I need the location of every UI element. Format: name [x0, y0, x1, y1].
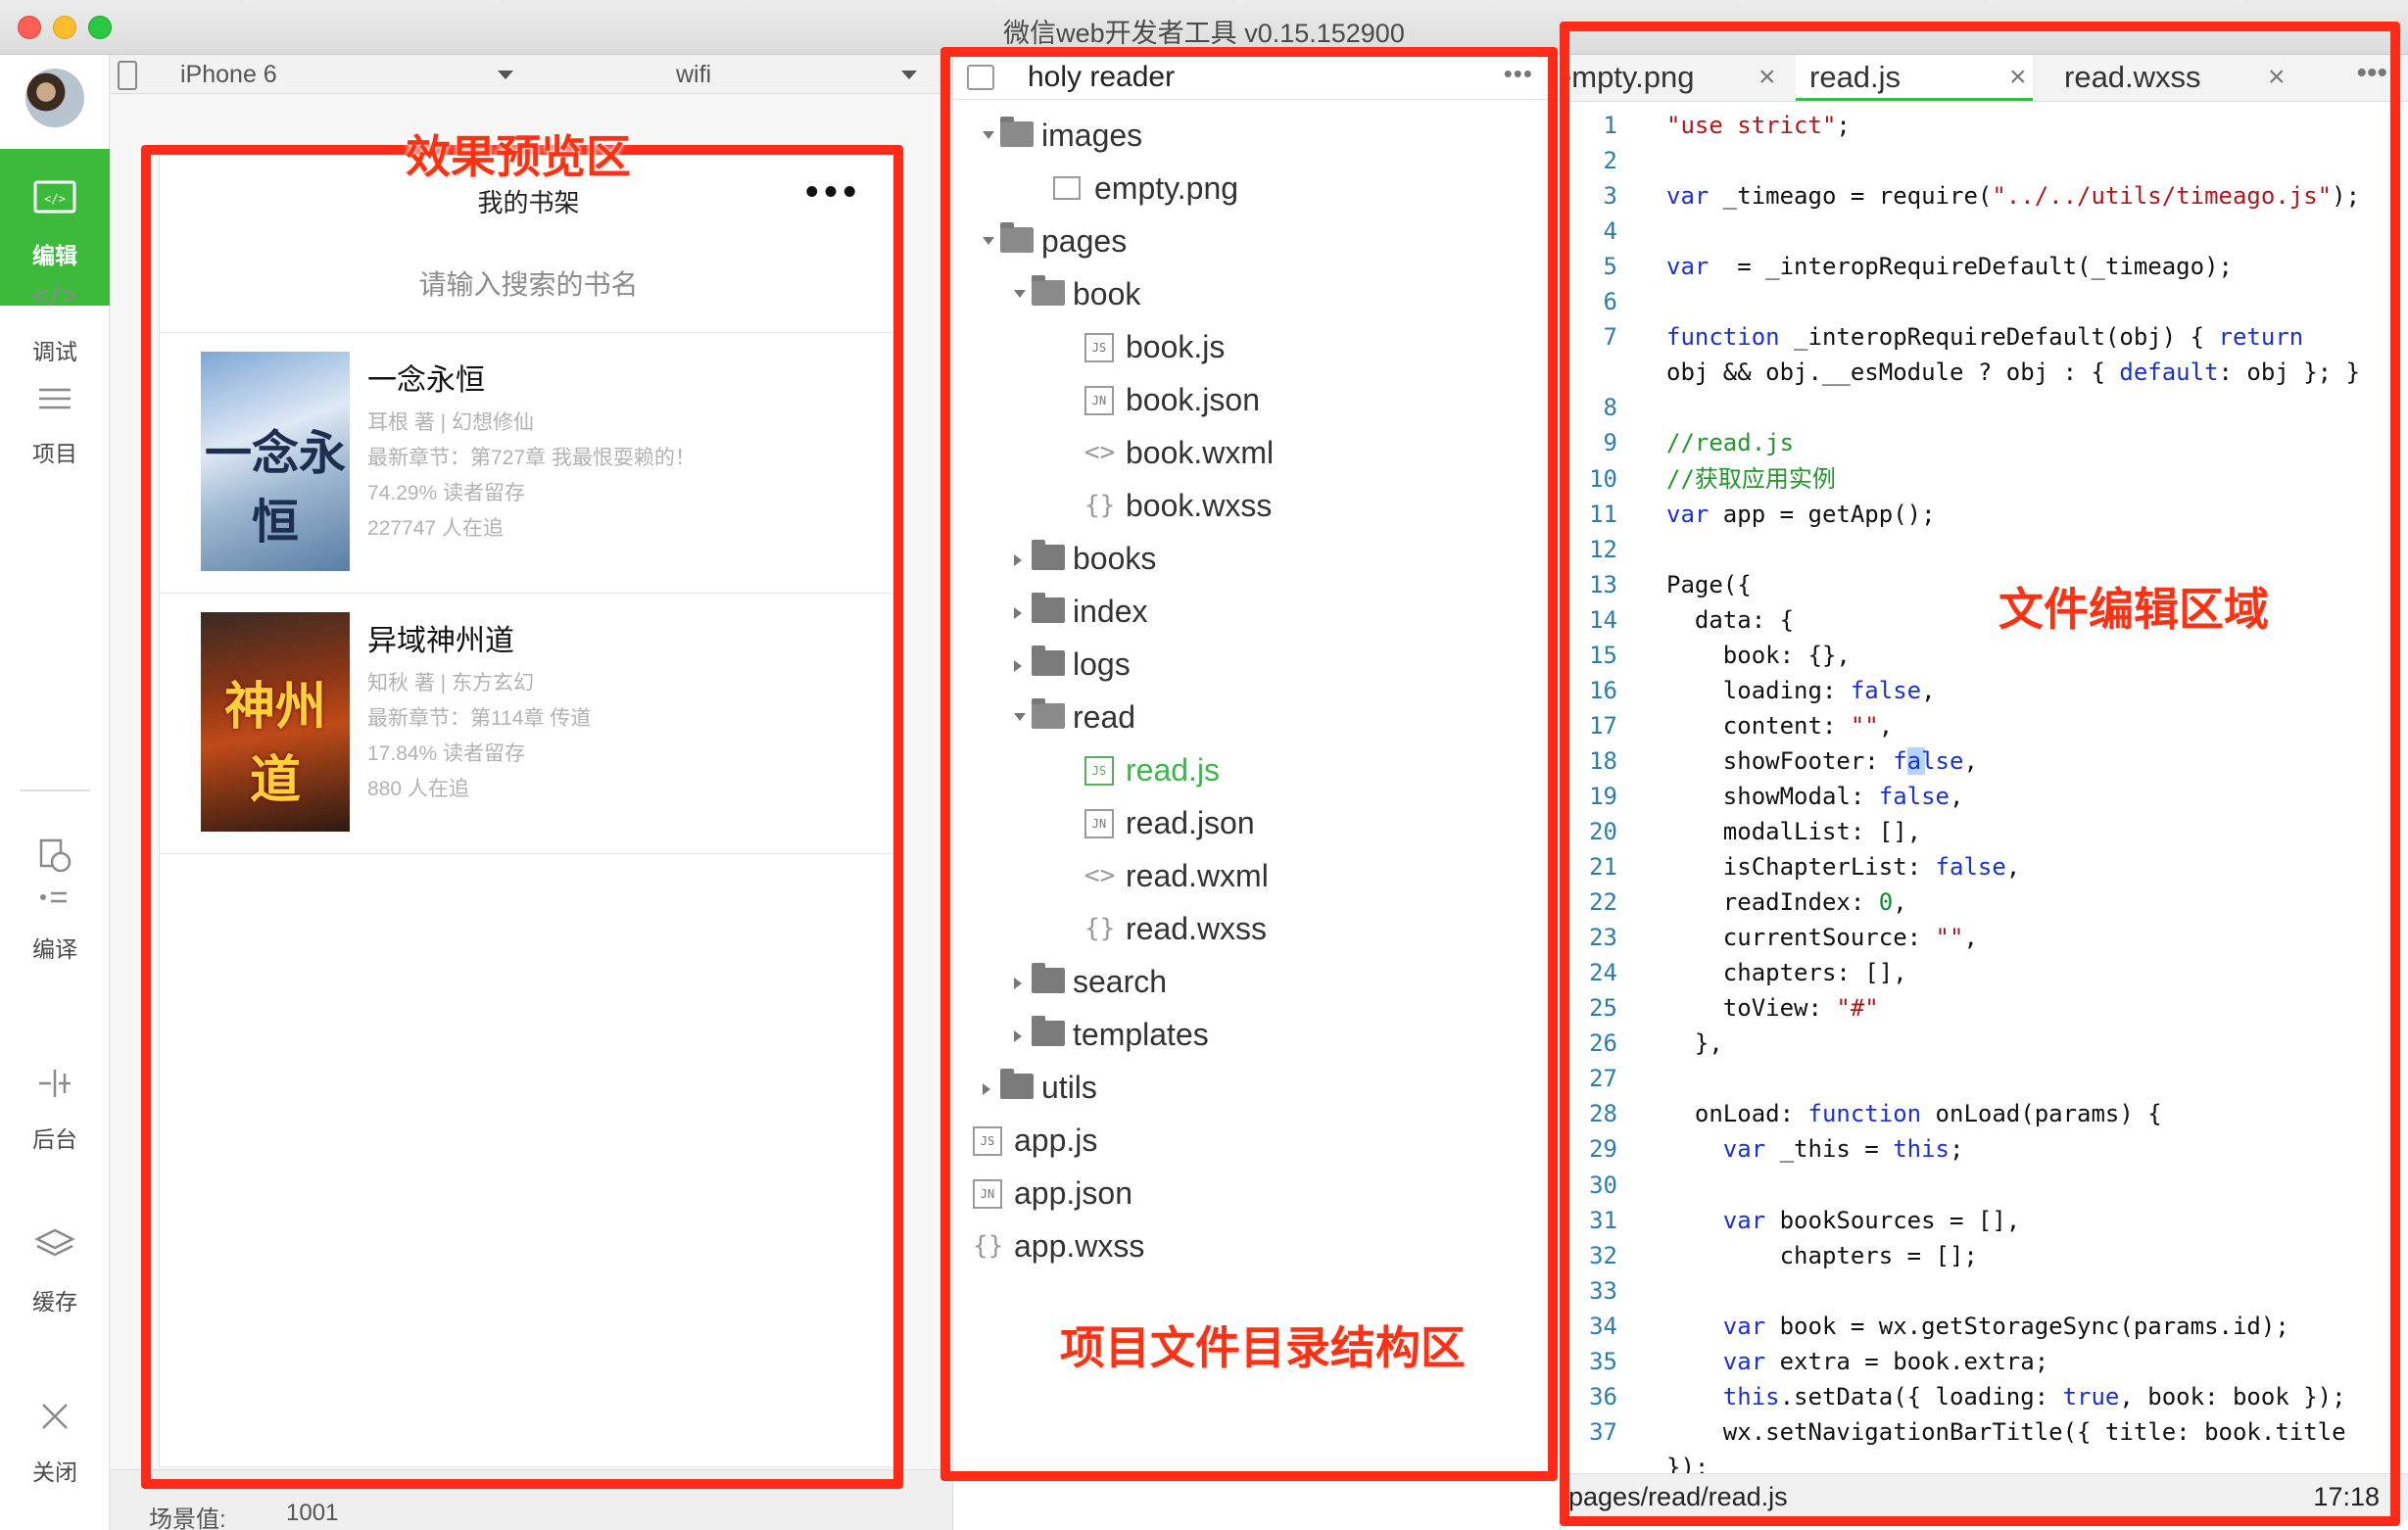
- sidebar-item-label: 缓存: [32, 1289, 77, 1315]
- cache-layers-icon: [29, 1226, 80, 1277]
- sidebar-item-label: 后台: [32, 1126, 77, 1152]
- sidebar-divider: [20, 789, 90, 791]
- preview-area-label: 效果预览区: [406, 131, 631, 182]
- svg-text:</>: </>: [44, 192, 66, 206]
- device-toggle-icon[interactable]: [118, 61, 137, 90]
- user-avatar[interactable]: [25, 69, 84, 127]
- simulator-toolbar: iPhone 6 wifi: [110, 55, 952, 94]
- device-select-value: iPhone 6: [180, 61, 277, 88]
- sidebar-item-compile[interactable]: 编译: [0, 837, 110, 993]
- sidebar-item-label: 关闭: [32, 1459, 77, 1485]
- scene-label: 场景值:: [149, 1506, 226, 1530]
- editor-area-label: 文件编辑区域: [1999, 584, 2269, 635]
- file-tree-label: 项目文件目录结构区: [1060, 1322, 1466, 1373]
- chevron-down-icon: [901, 71, 917, 79]
- device-select[interactable]: iPhone 6: [180, 57, 582, 92]
- sidebar-item-label: 调试: [32, 339, 77, 364]
- chevron-down-icon: [498, 71, 513, 79]
- editor-highlight: [1560, 22, 2400, 1526]
- preview-area-highlight: [141, 145, 903, 1489]
- sidebar-item-label: 项目: [32, 441, 77, 466]
- devtools-window: 微信web开发者工具 v0.15.152900 </> 编辑 </> 调试 项目: [0, 0, 2408, 1530]
- scene-value: 1001: [286, 1500, 339, 1526]
- close-icon: [29, 1397, 80, 1448]
- network-select-value: wifi: [676, 61, 712, 88]
- sidebar-item-close[interactable]: 关闭: [0, 1397, 110, 1530]
- network-select[interactable]: wifi: [578, 57, 921, 92]
- compile-icon: [29, 837, 80, 925]
- sidebar-item-label: 编译: [32, 936, 77, 962]
- backend-icon: [29, 1064, 80, 1115]
- code-editor-icon: </>: [29, 180, 80, 231]
- debug-icon: </>: [29, 276, 80, 327]
- project-icon: [29, 378, 80, 429]
- svg-text:</>: </>: [33, 281, 76, 311]
- sidebar-item-project[interactable]: 项目: [0, 378, 110, 535]
- left-sidebar: </> 编辑 </> 调试 项目 编译 后台 缓存 关闭: [0, 55, 110, 1530]
- sidebar-item-backend[interactable]: 后台: [0, 1064, 110, 1220]
- sidebar-item-cache[interactable]: 缓存: [0, 1226, 110, 1383]
- file-tree-highlight: [940, 47, 1558, 1481]
- sidebar-item-label: 编辑: [32, 243, 77, 268]
